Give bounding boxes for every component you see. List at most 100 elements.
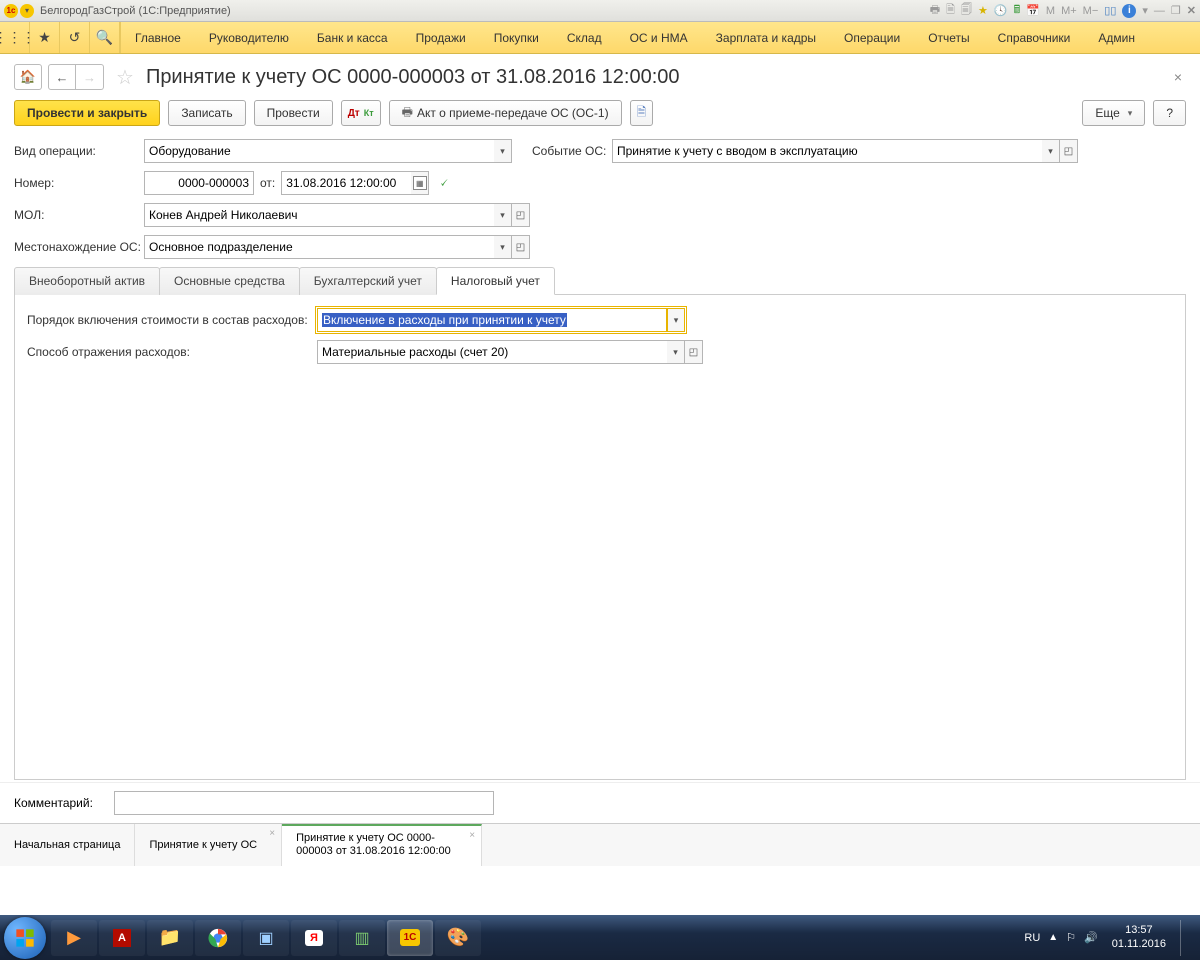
comment-field[interactable] (114, 791, 494, 815)
calendar-icon[interactable]: 📅 (1026, 4, 1040, 17)
dropdown-chevron-icon[interactable]: ▾ (20, 4, 34, 18)
date-input[interactable] (286, 176, 407, 190)
taskbar-adobe-icon[interactable]: A (99, 920, 145, 956)
event-dropdown-icon[interactable]: ▾ (1042, 139, 1060, 163)
back-button[interactable]: ← (48, 64, 76, 90)
taskbar-clock[interactable]: 13:57 01.11.2016 (1106, 924, 1172, 950)
number-input[interactable] (149, 176, 249, 190)
mol-input[interactable] (149, 208, 490, 222)
minimize-icon[interactable]: — (1154, 5, 1165, 17)
document-icon[interactable]: 🗎 (946, 1, 955, 20)
menu-operations[interactable]: Операции (830, 22, 914, 53)
location-input[interactable] (149, 240, 490, 254)
help-button[interactable]: ? (1153, 100, 1186, 126)
comment-input[interactable] (119, 796, 489, 810)
menu-main[interactable]: Главное (121, 22, 195, 53)
dtkt-button[interactable]: ДтКт (341, 100, 381, 126)
tab-close-icon[interactable]: × (469, 830, 475, 842)
taskbar-app2-icon[interactable]: ▥ (339, 920, 385, 956)
taskbar-explorer-icon[interactable]: 📁 (147, 920, 193, 956)
calculator-icon[interactable]: 🖩 (1014, 1, 1021, 20)
event-input[interactable] (617, 144, 1038, 158)
expense-method-dropdown-icon[interactable]: ▾ (667, 340, 685, 364)
panels-icon[interactable]: ▯▯ (1104, 4, 1116, 17)
home-button[interactable]: 🏠 (14, 64, 42, 90)
copy-icon[interactable]: 🗐 (961, 1, 972, 20)
tab-fixed-assets[interactable]: Основные средства (159, 267, 300, 295)
operation-type-dropdown-icon[interactable]: ▾ (494, 139, 512, 163)
post-and-close-button[interactable]: Провести и закрыть (14, 100, 160, 126)
window-tab-current-doc[interactable]: Принятие к учету ОС 0000-000003 от 31.08… (282, 824, 482, 866)
history-icon[interactable]: 🕓 (994, 4, 1008, 17)
info-icon[interactable]: i (1122, 4, 1136, 18)
window-tab-doc-list[interactable]: Принятие к учету ОС× (135, 824, 282, 866)
location-open-icon[interactable]: ◰ (512, 235, 530, 259)
menu-reports[interactable]: Отчеты (914, 22, 983, 53)
calendar-picker-icon[interactable]: ▦ (411, 171, 429, 195)
m-icon[interactable]: M (1046, 5, 1055, 17)
tray-volume-icon[interactable]: 🔊 (1084, 931, 1098, 944)
tab-accounting[interactable]: Бухгалтерский учет (299, 267, 437, 295)
doc-favorite-icon[interactable]: ☆ (116, 65, 134, 90)
tray-chevron-icon[interactable]: ▲ (1048, 932, 1058, 943)
cost-order-field[interactable]: Включение в расходы при принятии к учету… (317, 308, 685, 332)
location-dropdown-icon[interactable]: ▾ (494, 235, 512, 259)
print-act-button[interactable]: 🖶Акт о приеме-передаче ОС (ОС-1) (389, 100, 622, 126)
taskbar-yandex-icon[interactable]: Я (291, 920, 337, 956)
expense-method-field[interactable]: ▾ ◰ (317, 340, 703, 364)
event-open-icon[interactable]: ◰ (1060, 139, 1078, 163)
menu-salary[interactable]: Зарплата и кадры (702, 22, 830, 53)
close-page-button[interactable]: × (1170, 65, 1186, 89)
date-field[interactable]: ▦ (281, 171, 429, 195)
taskbar-app1-icon[interactable]: ▣ (243, 920, 289, 956)
mol-field[interactable]: ▾ ◰ (144, 203, 530, 227)
search-icon[interactable]: 🔍 (90, 22, 120, 53)
cost-order-dropdown-icon[interactable]: ▾ (667, 308, 685, 332)
menu-assets[interactable]: ОС и НМА (616, 22, 702, 53)
favorite-icon[interactable]: ★ (978, 4, 988, 17)
tab-tax-accounting[interactable]: Налоговый учет (436, 267, 555, 295)
favorites-star-icon[interactable]: ★ (30, 22, 60, 53)
taskbar-1c-icon[interactable]: 1C (387, 920, 433, 956)
apps-grid-icon[interactable]: ⋮⋮⋮ (0, 22, 30, 53)
forward-button[interactable]: → (76, 64, 104, 90)
location-field[interactable]: ▾ ◰ (144, 235, 530, 259)
menu-manager[interactable]: Руководителю (195, 22, 303, 53)
tab-close-icon[interactable]: × (269, 828, 275, 840)
menu-purchases[interactable]: Покупки (480, 22, 553, 53)
expense-method-input[interactable] (322, 345, 663, 359)
taskbar-media-icon[interactable]: ▶ (51, 920, 97, 956)
maximize-icon[interactable]: ❐ (1171, 4, 1181, 17)
save-button[interactable]: Записать (168, 100, 245, 126)
mol-dropdown-icon[interactable]: ▾ (494, 203, 512, 227)
attachments-button[interactable]: 🗎 (630, 100, 654, 126)
language-indicator[interactable]: RU (1024, 932, 1040, 944)
m-minus-icon[interactable]: M− (1083, 5, 1099, 17)
chevron-down-icon[interactable]: ▾ (1142, 4, 1148, 17)
taskbar-paint-icon[interactable]: 🎨 (435, 920, 481, 956)
close-icon[interactable]: ✕ (1187, 4, 1196, 17)
m-plus-icon[interactable]: M+ (1061, 5, 1077, 17)
post-button[interactable]: Провести (254, 100, 333, 126)
menu-bank[interactable]: Банк и касса (303, 22, 402, 53)
expense-method-open-icon[interactable]: ◰ (685, 340, 703, 364)
menu-admin[interactable]: Админ (1084, 22, 1149, 53)
operation-type-field[interactable]: ▾ (144, 139, 512, 163)
mol-open-icon[interactable]: ◰ (512, 203, 530, 227)
event-field[interactable]: ▾ ◰ (612, 139, 1078, 163)
status-ok-icon[interactable]: 🗸 (439, 175, 448, 191)
menu-catalogs[interactable]: Справочники (984, 22, 1085, 53)
operation-type-input[interactable] (149, 144, 490, 158)
history-nav-icon[interactable]: ↺ (60, 22, 90, 53)
menu-sales[interactable]: Продажи (402, 22, 480, 53)
window-tab-start[interactable]: Начальная страница (0, 824, 135, 866)
tray-flag-icon[interactable]: ⚐ (1066, 931, 1076, 944)
page-title: Принятие к учету ОС 0000-000003 от 31.08… (146, 66, 1164, 89)
print-icon[interactable]: 🖶 (930, 1, 940, 20)
menu-warehouse[interactable]: Склад (553, 22, 616, 53)
start-button[interactable] (4, 917, 46, 959)
tab-noncurrent-asset[interactable]: Внеоборотный актив (14, 267, 160, 295)
taskbar-chrome-icon[interactable] (195, 920, 241, 956)
show-desktop-button[interactable] (1180, 920, 1188, 956)
more-button[interactable]: Еще▾ (1082, 100, 1145, 126)
